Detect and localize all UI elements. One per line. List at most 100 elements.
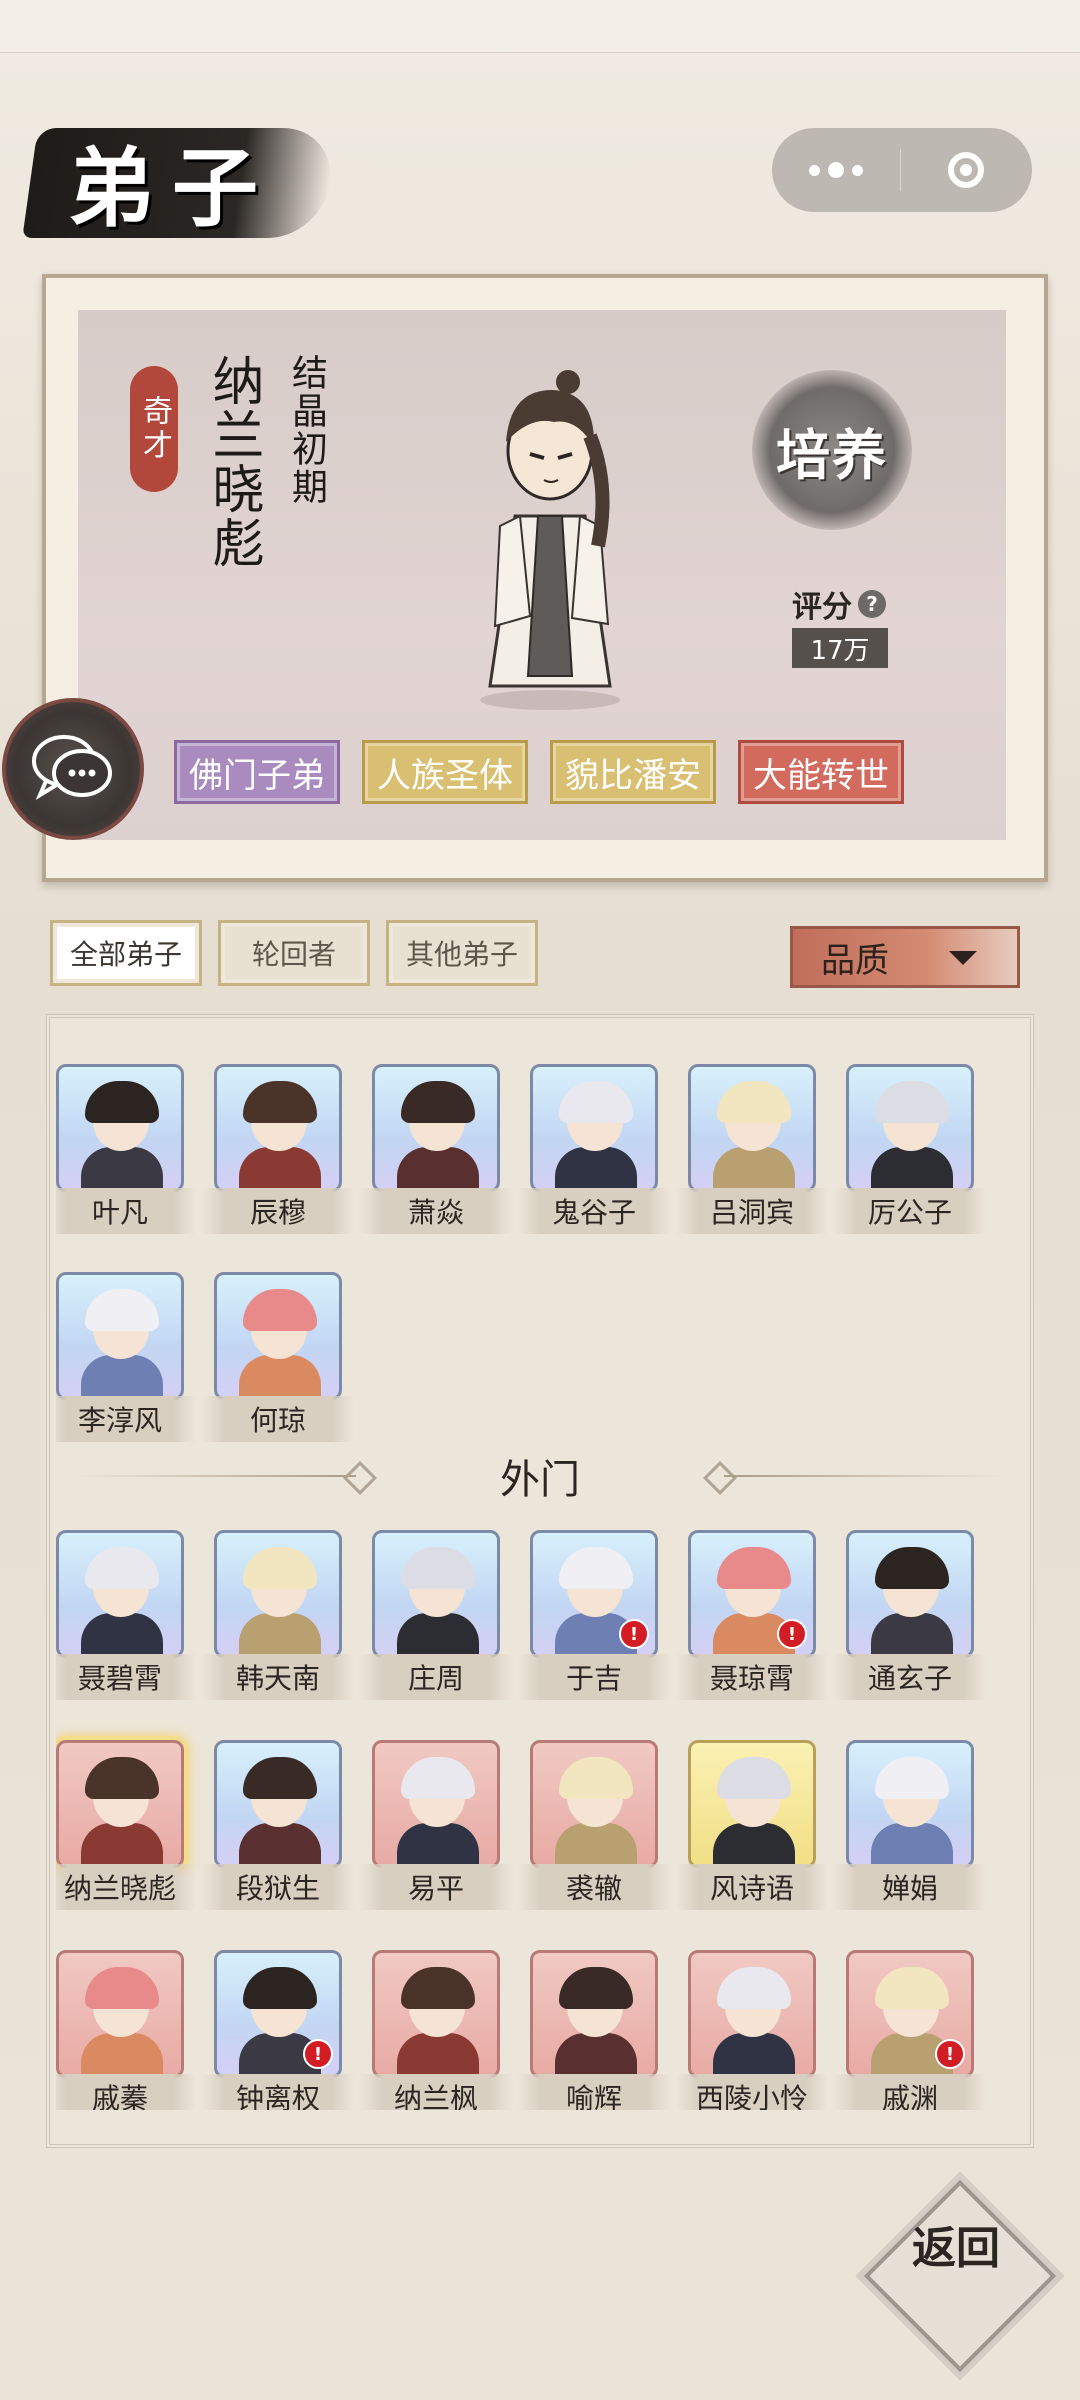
disciple-card[interactable]: 纳兰枫 — [360, 1950, 512, 2110]
disciple-card[interactable]: 吕洞宾 — [676, 1064, 828, 1234]
avatar-body — [81, 1355, 163, 1397]
disciple-card[interactable]: 裘辙 — [518, 1740, 670, 1910]
disciple-name: 叶凡 — [56, 1188, 196, 1234]
avatar-hair — [243, 1289, 317, 1331]
trait-badge[interactable]: 大能转世 — [738, 740, 904, 804]
avatar-body — [81, 2033, 163, 2075]
avatar-body — [713, 2033, 795, 2075]
disciple-card[interactable]: 何琼 — [202, 1272, 354, 1442]
disciple-avatar[interactable] — [214, 1064, 342, 1192]
disciple-name: 风诗语 — [676, 1864, 828, 1910]
trait-list: 佛门子弟 人族圣体 貌比潘安 大能转世 — [174, 740, 904, 804]
disciple-card[interactable]: 纳兰晓彪 — [56, 1740, 196, 1910]
disciple-avatar[interactable]: ! — [530, 1530, 658, 1658]
trait-badge[interactable]: 人族圣体 — [362, 740, 528, 804]
disciple-card[interactable]: 叶凡 — [56, 1064, 196, 1234]
disciple-avatar[interactable]: ! — [688, 1530, 816, 1658]
disciple-card[interactable]: 萧焱 — [360, 1064, 512, 1234]
rank-tag: 奇才 — [130, 366, 178, 492]
disciple-card[interactable]: ! 于吉 — [518, 1530, 670, 1700]
disciple-card[interactable]: 聂碧霄 — [56, 1530, 196, 1700]
disciple-card[interactable]: 庄周 — [360, 1530, 512, 1700]
score-label: 评分 ? — [792, 582, 886, 631]
disciple-avatar[interactable] — [688, 1740, 816, 1868]
trait-badge[interactable]: 佛门子弟 — [174, 740, 340, 804]
cultivate-button[interactable]: 培养 — [752, 370, 912, 530]
disciple-avatar[interactable] — [214, 1272, 342, 1400]
disciple-name: 婵娟 — [834, 1864, 986, 1910]
tab-all-disciples[interactable]: 全部弟子 — [50, 920, 202, 986]
disciple-avatar[interactable] — [372, 1064, 500, 1192]
disciple-avatar[interactable] — [56, 1064, 184, 1192]
disciple-name: 鬼谷子 — [518, 1188, 670, 1234]
disciple-avatar[interactable] — [214, 1740, 342, 1868]
avatar-hair — [243, 1547, 317, 1589]
chat-button[interactable] — [2, 698, 144, 840]
disciple-card[interactable]: 李淳风 — [56, 1272, 196, 1442]
disciple-card[interactable]: ! 聂琼霄 — [676, 1530, 828, 1700]
avatar-hair — [401, 1547, 475, 1589]
disciple-avatar[interactable] — [530, 1064, 658, 1192]
disciple-card[interactable]: 戚蓁 — [56, 1950, 196, 2110]
disciple-avatar[interactable] — [688, 1064, 816, 1192]
disciple-card[interactable]: 段狱生 — [202, 1740, 354, 1910]
disciple-name: 厉公子 — [834, 1188, 986, 1234]
disciple-avatar[interactable] — [214, 1530, 342, 1658]
avatar-hair — [559, 1081, 633, 1123]
alert-badge-icon: ! — [619, 1619, 649, 1649]
back-button-label: 返回 — [912, 2223, 1000, 2274]
disciple-avatar[interactable] — [372, 1740, 500, 1868]
disciple-avatar[interactable] — [688, 1950, 816, 2078]
alert-badge-icon: ! — [303, 2039, 333, 2069]
disciple-card[interactable]: 喻辉 — [518, 1950, 670, 2110]
disciple-avatar[interactable] — [530, 1950, 658, 2078]
avatar-hair — [85, 1757, 159, 1799]
avatar-hair — [875, 1967, 949, 2009]
character-realm: 结晶初期 — [286, 354, 327, 506]
disciple-avatar[interactable]: ! — [214, 1950, 342, 2078]
disciple-avatar[interactable] — [372, 1950, 500, 2078]
disciple-avatar[interactable] — [56, 1272, 184, 1400]
disciple-card[interactable]: 西陵小怜 — [676, 1950, 828, 2110]
avatar-hair — [401, 1967, 475, 2009]
disciple-name: 通玄子 — [834, 1654, 986, 1700]
record-circle-icon[interactable] — [901, 128, 1031, 212]
disciple-avatar[interactable] — [56, 1950, 184, 2078]
disciple-card[interactable]: ! 钟离权 — [202, 1950, 354, 2110]
avatar-body — [397, 1613, 479, 1655]
trait-badge[interactable]: 貌比潘安 — [550, 740, 716, 804]
disciple-card[interactable]: ! 戚渊 — [834, 1950, 986, 2110]
avatar-hair — [717, 1757, 791, 1799]
disciple-roster[interactable]: 叶凡 辰穆 萧焱 鬼谷子 吕洞宾 厉公子 李淳风 何琼 外门 聂碧霄 韩天南 庄周! 于吉! 聂琼霄 通玄子… — [56, 1064, 1024, 2110]
avatar-body — [713, 1823, 795, 1865]
avatar-hair — [243, 1757, 317, 1799]
disciple-card[interactable]: 风诗语 — [676, 1740, 828, 1910]
disciple-card[interactable]: 易平 — [360, 1740, 512, 1910]
disciple-avatar[interactable] — [846, 1530, 974, 1658]
tab-other-disciples[interactable]: 其他弟子 — [386, 920, 538, 986]
avatar-hair — [717, 1081, 791, 1123]
disciple-card[interactable]: 鬼谷子 — [518, 1064, 670, 1234]
help-icon[interactable]: ? — [858, 590, 886, 618]
quality-sort-dropdown[interactable]: 品质 — [790, 926, 1020, 988]
disciple-avatar[interactable] — [372, 1530, 500, 1658]
tab-reincarnators[interactable]: 轮回者 — [218, 920, 370, 986]
more-dots-icon[interactable] — [772, 128, 900, 212]
avatar-body — [713, 1147, 795, 1189]
disciple-avatar[interactable] — [846, 1064, 974, 1192]
disciple-avatar[interactable] — [530, 1740, 658, 1868]
disciple-avatar[interactable] — [846, 1740, 974, 1868]
avatar-hair — [401, 1757, 475, 1799]
disciple-name: 于吉 — [518, 1654, 670, 1700]
disciple-avatar[interactable]: ! — [846, 1950, 974, 2078]
avatar-hair — [85, 1547, 159, 1589]
disciple-card[interactable]: 韩天南 — [202, 1530, 354, 1700]
avatar-body — [81, 1613, 163, 1655]
disciple-card[interactable]: 婵娟 — [834, 1740, 986, 1910]
disciple-card[interactable]: 辰穆 — [202, 1064, 354, 1234]
disciple-avatar[interactable] — [56, 1740, 184, 1868]
disciple-avatar[interactable] — [56, 1530, 184, 1658]
disciple-card[interactable]: 厉公子 — [834, 1064, 986, 1234]
avatar-body — [239, 1613, 321, 1655]
disciple-card[interactable]: 通玄子 — [834, 1530, 986, 1700]
